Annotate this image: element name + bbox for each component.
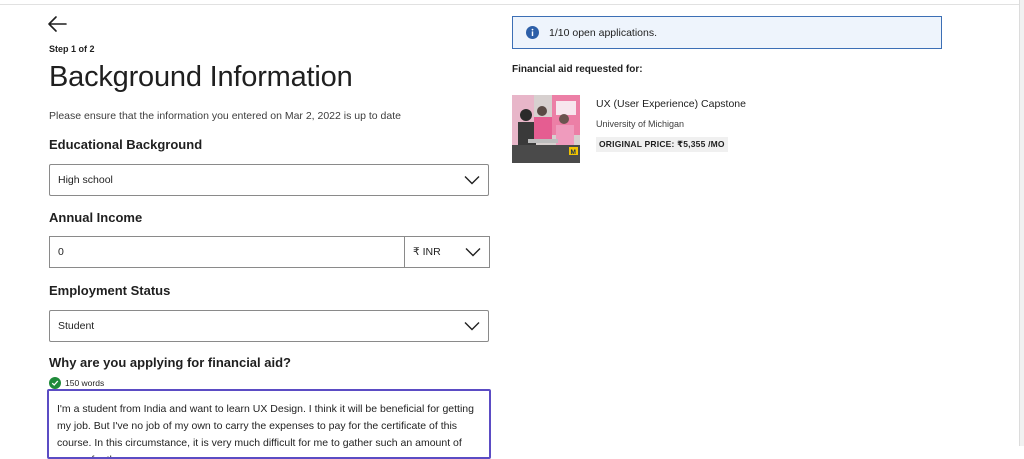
education-label: Educational Background <box>49 137 203 152</box>
step-indicator: Step 1 of 2 <box>49 44 95 54</box>
word-count: 150 words <box>49 377 104 389</box>
course-name: UX (User Experience) Capstone <box>596 98 746 110</box>
employment-value: Student <box>58 320 95 332</box>
price-badge: ORIGINAL PRICE: ₹5,355 /MO <box>596 137 728 152</box>
info-banner: 1/10 open applications. <box>512 16 942 49</box>
income-label: Annual Income <box>49 210 143 225</box>
education-value: High school <box>58 174 113 186</box>
employment-select[interactable]: Student <box>49 310 489 342</box>
education-select[interactable]: High school <box>49 164 489 196</box>
page-title: Background Information <box>49 61 353 93</box>
income-value: 0 <box>58 246 64 258</box>
reason-label: Why are you applying for financial aid? <box>49 355 291 370</box>
reason-textarea[interactable]: I'm a student from India and want to lea… <box>47 389 491 459</box>
check-circle-icon <box>49 377 61 389</box>
employment-label: Employment Status <box>49 283 171 298</box>
currency-select[interactable]: ₹ INR <box>404 236 490 268</box>
chevron-down-icon <box>465 248 481 257</box>
currency-value: ₹ INR <box>413 246 441 258</box>
chevron-down-icon <box>464 176 480 185</box>
income-input[interactable]: 0 <box>49 236 405 268</box>
page-subtitle: Please ensure that the information you e… <box>49 110 401 122</box>
course-thumbnail: M <box>512 95 580 163</box>
svg-text:M: M <box>571 149 576 156</box>
aid-requested-title: Financial aid requested for: <box>512 64 643 75</box>
word-count-text: 150 words <box>65 378 105 388</box>
info-icon <box>526 26 539 39</box>
back-arrow-icon[interactable] <box>46 14 68 34</box>
course-university: University of Michigan <box>596 119 685 129</box>
info-banner-text: 1/10 open applications. <box>549 26 657 39</box>
chevron-down-icon <box>464 322 480 331</box>
scrollbar[interactable] <box>1019 0 1024 446</box>
top-border <box>0 0 1020 5</box>
